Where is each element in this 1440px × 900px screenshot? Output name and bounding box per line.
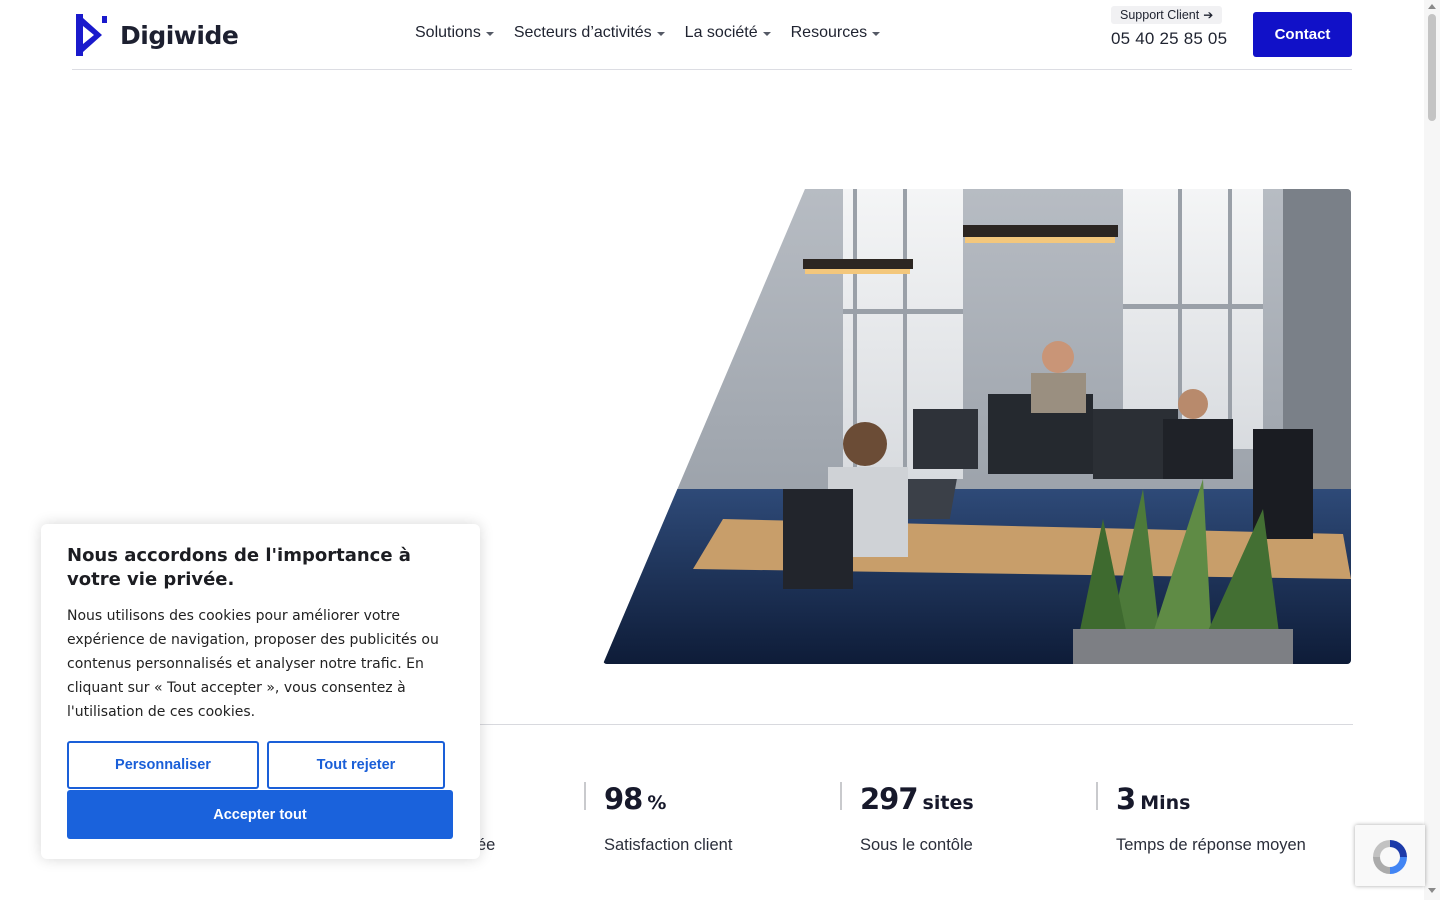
nav-item-secteurs[interactable]: Secteurs d’activités — [514, 24, 665, 42]
nav-item-societe[interactable]: La société — [685, 24, 771, 42]
stat-value: 98 % — [604, 782, 666, 816]
nav-item-solutions[interactable]: Solutions — [415, 24, 494, 42]
nav-item-label: Solutions — [415, 24, 481, 41]
stat-number: 3 — [1116, 782, 1136, 816]
chevron-down-icon — [872, 32, 881, 36]
stat-divider — [840, 782, 842, 810]
nav-item-resources[interactable]: Resources — [790, 24, 881, 42]
stat-value: 297 sites — [860, 782, 974, 816]
stat-divider — [584, 782, 586, 810]
scrollbar-thumb[interactable] — [1428, 14, 1436, 121]
reject-all-button[interactable]: Tout rejeter — [267, 741, 445, 789]
stat-unit: % — [647, 792, 667, 814]
main-nav: Solutions Secteurs d’activités La sociét… — [415, 24, 881, 42]
cookie-consent-banner: Nous accordons de l'importance à votre v… — [41, 524, 480, 859]
chevron-down-icon — [485, 32, 494, 36]
support-client-link[interactable]: Support Client ➔ — [1111, 6, 1223, 24]
digiwide-logo[interactable]: Digiwide — [76, 14, 239, 56]
cookie-title: Nous accordons de l'importance à votre v… — [67, 545, 411, 590]
chevron-down-icon — [762, 32, 771, 36]
nav-item-label: La société — [684, 24, 758, 41]
arrow-right-icon: ➔ — [1203, 8, 1214, 22]
page-scrollbar[interactable] — [1424, 0, 1440, 900]
office-photo — [603, 189, 1351, 664]
phone-number[interactable]: 05 40 25 85 05 — [1111, 29, 1227, 49]
scroll-down-icon[interactable] — [1428, 888, 1436, 893]
stat-unit: Mins — [1140, 792, 1191, 814]
stat-value: 3 Mins — [1116, 782, 1190, 816]
site-header: Digiwide Solutions Secteurs d’activités … — [72, 0, 1352, 70]
stat-unit: sites — [922, 792, 974, 814]
nav-item-label: Secteurs d’activités — [513, 24, 652, 41]
brand-name: Digiwide — [120, 20, 239, 50]
nav-item-label: Resources — [790, 24, 868, 41]
stat-number: 98 — [604, 782, 643, 816]
stat-label: Sous le contôle — [860, 836, 973, 854]
recaptcha-badge[interactable] — [1355, 825, 1425, 886]
stat-divider — [1096, 782, 1098, 810]
stat-label: Temps de réponse moyen — [1116, 836, 1306, 854]
digiwide-logo-icon — [76, 14, 107, 56]
support-client-label: Support Client — [1120, 8, 1200, 22]
chevron-down-icon — [656, 32, 665, 36]
stat-label: Satisfaction client — [604, 836, 733, 854]
hero-office-image — [603, 189, 1351, 664]
accept-all-button[interactable]: Accepter tout — [67, 790, 453, 839]
customize-button[interactable]: Personnaliser — [67, 741, 259, 789]
recaptcha-icon — [1373, 840, 1407, 874]
scroll-up-icon[interactable] — [1428, 4, 1436, 9]
contact-button[interactable]: Contact — [1253, 12, 1352, 57]
cookie-description: Nous utilisons des cookies pour améliore… — [67, 608, 439, 720]
stat-number: 297 — [860, 782, 919, 816]
